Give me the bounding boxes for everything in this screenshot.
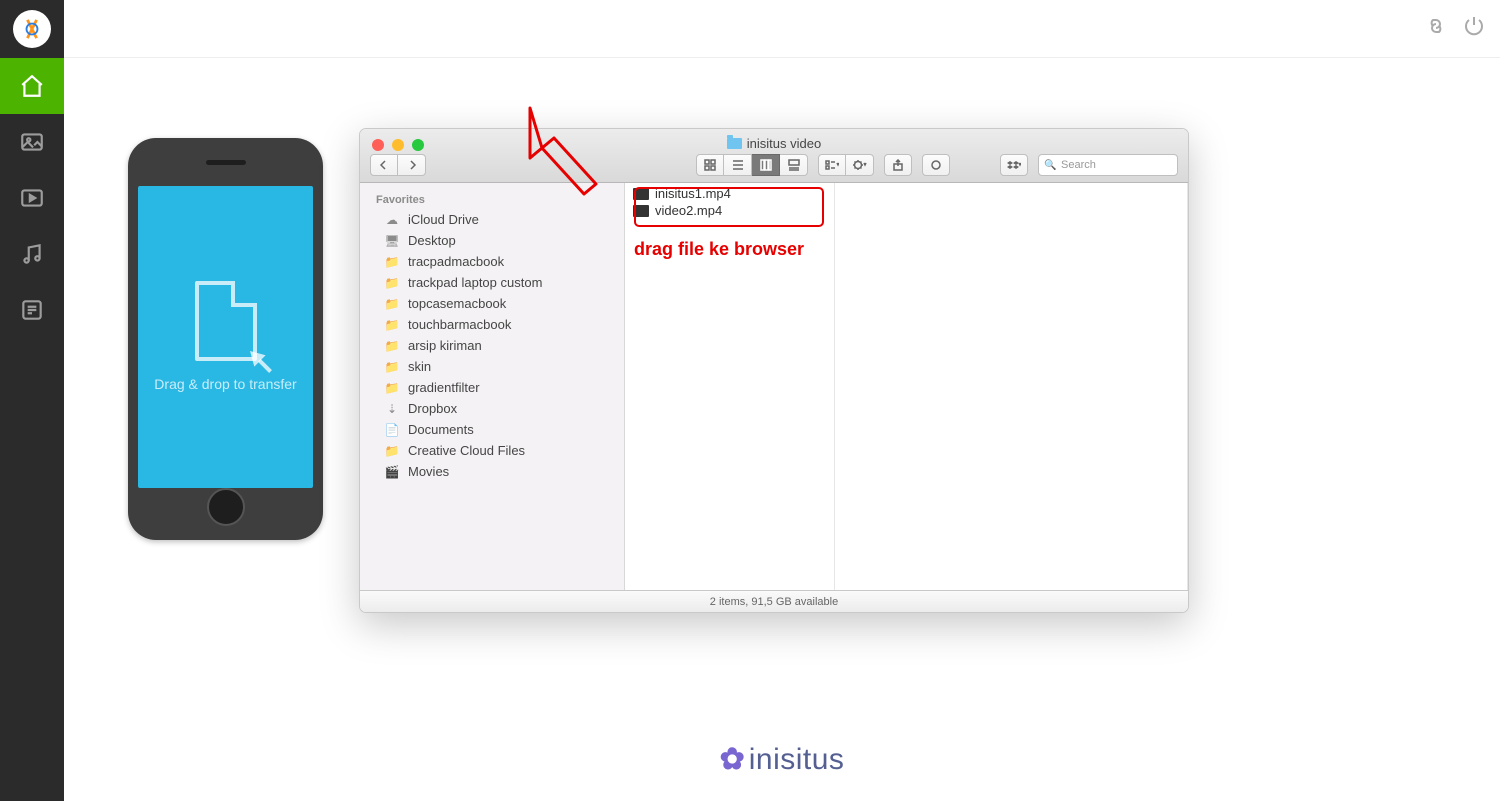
sidebar-favorite-item[interactable]: 📁 arsip kiriman [360, 335, 624, 356]
sidebar-favorite-item[interactable]: 📁 Creative Cloud Files [360, 440, 624, 461]
coverflow-view-button[interactable] [780, 154, 808, 176]
dropbox-button[interactable] [1000, 154, 1028, 176]
sidebar-favorite-item[interactable]: 🖥 Desktop [360, 230, 624, 251]
favorite-label: tracpadmacbook [408, 254, 504, 269]
search-input[interactable]: Search [1038, 154, 1178, 176]
folder-icon: 📁 [384, 360, 400, 373]
folder-icon: 📁 [384, 444, 400, 457]
list-view-button[interactable] [724, 154, 752, 176]
favorite-label: gradientfilter [408, 380, 480, 395]
forward-button[interactable] [398, 154, 426, 176]
phone-preview: Drag & drop to transfer [128, 138, 323, 540]
sidebar-favorite-item[interactable]: 📁 trackpad laptop custom [360, 272, 624, 293]
folder-icon [727, 138, 742, 149]
tags-button[interactable] [922, 154, 950, 176]
nav-buttons [370, 154, 426, 176]
xender-logo-icon [13, 10, 51, 48]
favorite-label: Desktop [408, 233, 456, 248]
sidebar-item-videos[interactable] [0, 170, 64, 226]
app-logo [0, 0, 64, 58]
top-bar [64, 0, 1500, 58]
favorite-label: Creative Cloud Files [408, 443, 525, 458]
sidebar-favorite-item[interactable]: ⇣ Dropbox [360, 398, 624, 419]
sidebar-item-photos[interactable] [0, 114, 64, 170]
folder-icon: 📁 [384, 297, 400, 310]
video-thumbnail-icon [633, 188, 649, 200]
video-icon [19, 185, 45, 211]
home-icon [19, 73, 45, 99]
dropbox-icon: ⇣ [384, 402, 400, 415]
folder-icon: 📁 [384, 255, 400, 268]
file-drop-icon [195, 281, 257, 361]
folder-icon: 📁 [384, 339, 400, 352]
finder-title: inisitus video [360, 136, 1188, 151]
finder-sidebar: Favorites ☁︎ iCloud Drive 🖥 Desktop 📁 tracpad… [360, 183, 625, 590]
finder-status-bar: 2 items, 91,5 GB available [360, 590, 1188, 612]
favorite-label: skin [408, 359, 431, 374]
sidebar-favorite-item[interactable]: 📁 touchbarmacbook [360, 314, 624, 335]
favorite-label: Documents [408, 422, 474, 437]
favorite-label: trackpad laptop custom [408, 275, 542, 290]
power-icon[interactable] [1462, 14, 1486, 43]
favorite-label: Dropbox [408, 401, 457, 416]
music-icon [19, 241, 45, 267]
arrange-button[interactable] [818, 154, 846, 176]
favorite-label: iCloud Drive [408, 212, 479, 227]
action-button[interactable] [846, 154, 874, 176]
cloud-icon: ☁︎ [384, 213, 400, 226]
sidebar-item-documents[interactable] [0, 282, 64, 338]
video-thumbnail-icon [633, 205, 649, 217]
desktop-icon: 🖥 [384, 234, 400, 247]
favorite-label: topcasemacbook [408, 296, 506, 311]
link-icon[interactable] [1424, 14, 1448, 43]
watermark-logo-icon: ✿ [720, 742, 745, 777]
sidebar-favorite-item[interactable]: 📁 skin [360, 356, 624, 377]
sidebar-item-music[interactable] [0, 226, 64, 282]
sidebar-favorite-item[interactable]: 📄 Documents [360, 419, 624, 440]
photo-icon [19, 129, 45, 155]
search-placeholder: Search [1061, 159, 1096, 171]
phone-drop-zone[interactable]: Drag & drop to transfer [138, 186, 313, 488]
view-buttons [696, 154, 808, 176]
finder-toolbar: Search [370, 153, 1178, 177]
finder-window: inisitus video [359, 128, 1189, 613]
watermark-text: inisitus [749, 743, 845, 777]
sidebar-favorite-item[interactable]: 🎬 Movies [360, 461, 624, 482]
share-button[interactable] [884, 154, 912, 176]
favorite-label: arsip kiriman [408, 338, 482, 353]
document-icon [19, 297, 45, 323]
column-view-button[interactable] [752, 154, 780, 176]
watermark: ✿ inisitus [64, 742, 1500, 777]
sidebar-favorite-item[interactable]: ☁︎ iCloud Drive [360, 209, 624, 230]
favorite-label: Movies [408, 464, 449, 479]
finder-titlebar[interactable]: inisitus video [360, 129, 1188, 183]
sidebar-item-home[interactable] [0, 58, 64, 114]
icon-view-button[interactable] [696, 154, 724, 176]
file-item[interactable]: inisitus1.mp4 [625, 185, 834, 202]
back-button[interactable] [370, 154, 398, 176]
favorites-header: Favorites [360, 189, 624, 209]
movies-icon: 🎬 [384, 465, 400, 478]
file-name: inisitus1.mp4 [655, 186, 731, 201]
file-column-empty [835, 183, 1188, 590]
file-name: video2.mp4 [655, 203, 722, 218]
phone-drop-text: Drag & drop to transfer [154, 375, 296, 393]
documents-icon: 📄 [384, 423, 400, 436]
sidebar-favorite-item[interactable]: 📁 tracpadmacbook [360, 251, 624, 272]
folder-icon: 📁 [384, 381, 400, 394]
favorite-label: touchbarmacbook [408, 317, 511, 332]
folder-icon: 📁 [384, 276, 400, 289]
sidebar-favorite-item[interactable]: 📁 gradientfilter [360, 377, 624, 398]
finder-title-text: inisitus video [747, 136, 821, 151]
main-content: Drag & drop to transfer inisitus video [64, 58, 1500, 801]
app-sidebar [0, 0, 64, 801]
file-item[interactable]: video2.mp4 [625, 202, 834, 219]
arrange-buttons [818, 154, 874, 176]
folder-icon: 📁 [384, 318, 400, 331]
sidebar-favorite-item[interactable]: 📁 topcasemacbook [360, 293, 624, 314]
annotation-text: drag file ke browser [634, 239, 804, 260]
